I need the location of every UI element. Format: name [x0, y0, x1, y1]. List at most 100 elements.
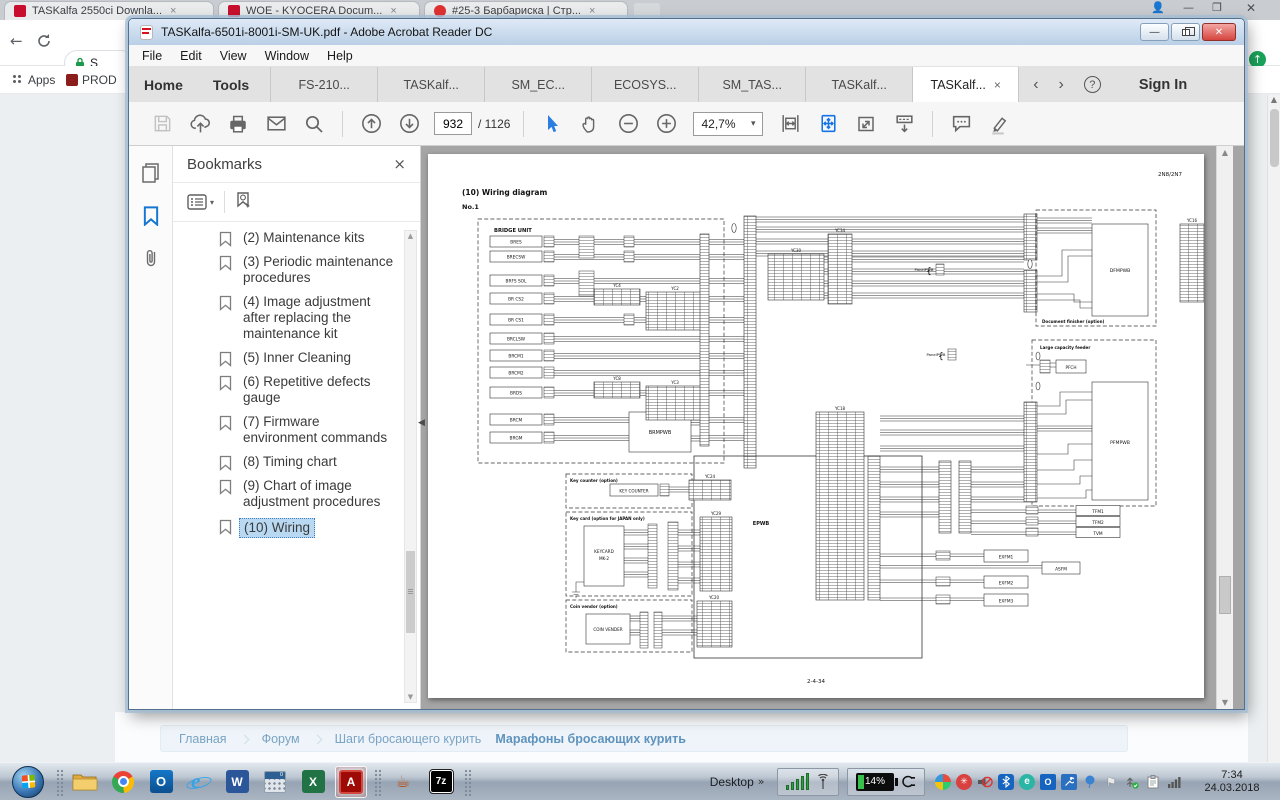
select-tool-icon[interactable] — [540, 112, 564, 136]
new-tab-button[interactable] — [634, 3, 660, 19]
panel-close-icon[interactable]: × — [393, 155, 406, 173]
tab-close-icon[interactable]: × — [994, 78, 1001, 92]
menu-help[interactable]: Help — [318, 49, 362, 63]
taskbar-explorer-button[interactable] — [69, 766, 101, 798]
bookmark-item[interactable]: (5) Inner Cleaning — [243, 350, 396, 366]
tray-balloon-icon[interactable] — [1082, 774, 1098, 790]
desktop-toolbar[interactable]: Desktop » — [710, 775, 765, 789]
battery-indicator[interactable]: 14% — [856, 773, 894, 791]
search-icon[interactable] — [302, 112, 326, 136]
power-plug-icon[interactable] — [901, 775, 916, 788]
bookmark-item[interactable]: (9) Chart of image adjustment procedures — [243, 478, 396, 510]
bookmark-options-menu[interactable]: ▾ — [187, 194, 214, 210]
tab-close-icon[interactable]: × — [390, 5, 396, 17]
taskbar-7zip-button[interactable]: 7z — [425, 766, 457, 798]
print-icon[interactable] — [226, 112, 250, 136]
tray-wrench-icon[interactable] — [1061, 774, 1077, 790]
taskbar-grip[interactable] — [55, 768, 63, 796]
volume-muted-icon[interactable] — [977, 774, 993, 790]
panel-scrollbar[interactable]: ▲ ▼ — [404, 230, 417, 703]
fullscreen-icon[interactable] — [854, 112, 878, 136]
doc-tab-1[interactable]: FS-210... — [270, 67, 377, 102]
tray-color-app-icon[interactable] — [935, 774, 951, 790]
page-thumbnails-icon[interactable] — [141, 162, 161, 184]
menu-edit[interactable]: Edit — [171, 49, 211, 63]
taskbar-outlook-button[interactable]: O — [145, 766, 177, 798]
bluetooth-icon[interactable] — [998, 774, 1014, 790]
refresh-icon[interactable] — [36, 33, 52, 49]
breadcrumb-link-forum[interactable]: Форум — [262, 732, 300, 746]
bookmarks-panel-icon[interactable] — [143, 206, 159, 226]
bookmark-label[interactable]: PROD — [82, 73, 117, 87]
bookmark-item[interactable]: (8) Timing chart — [243, 454, 396, 470]
zoom-out-icon[interactable] — [616, 112, 640, 136]
next-tab-arrow-icon[interactable]: › — [1059, 76, 1064, 94]
browser-maximize-button[interactable]: ❐ — [1212, 1, 1222, 14]
tab-close-icon[interactable]: × — [170, 5, 176, 17]
doc-tab-5[interactable]: SM_TAS... — [698, 67, 805, 102]
prev-tab-arrow-icon[interactable]: ‹ — [1033, 76, 1038, 94]
doc-tab-2[interactable]: TASKalf... — [377, 67, 484, 102]
collapse-panel-icon[interactable]: ◀ — [418, 418, 425, 428]
doc-tab-active[interactable]: TASKalf... × — [912, 67, 1019, 102]
browser-minimize-button[interactable]: — — [1183, 1, 1194, 14]
zoom-in-icon[interactable] — [654, 112, 678, 136]
flag-icon[interactable]: ⚑ — [1103, 774, 1119, 790]
breadcrumb-link-steps[interactable]: Шаги бросающего курить — [335, 732, 482, 746]
attachments-icon[interactable] — [143, 248, 159, 270]
tab-close-icon[interactable]: × — [589, 5, 595, 17]
start-button[interactable] — [12, 766, 44, 798]
taskbar-excel-button[interactable]: X — [297, 766, 329, 798]
cloud-upload-icon[interactable] — [188, 112, 212, 136]
tab-home[interactable]: Home — [129, 67, 198, 102]
scroll-down-icon[interactable]: ▼ — [405, 693, 416, 701]
panel-scrollbar-thumb[interactable] — [406, 551, 415, 633]
hand-tool-icon[interactable] — [578, 112, 602, 136]
usb-safely-remove-icon[interactable] — [1124, 774, 1140, 790]
breadcrumb-link-home[interactable]: Главная — [179, 732, 227, 746]
taskbar-ie-button[interactable]: e — [183, 766, 215, 798]
next-page-icon[interactable] — [397, 112, 421, 136]
taskbar-acrobat-button-active[interactable]: A — [335, 766, 367, 798]
tray-signal-bars-icon[interactable] — [1166, 774, 1182, 790]
save-icon[interactable] — [150, 112, 174, 136]
bookmark-item[interactable]: (4) Image adjustment after replacing the… — [243, 294, 396, 342]
taskbar-chrome-button[interactable] — [107, 766, 139, 798]
zoom-level-dropdown[interactable]: 42,7% ▾ — [693, 112, 763, 136]
fit-page-icon-active[interactable] — [816, 112, 840, 136]
bookmark-item[interactable]: (7) Firmware environment commands — [243, 414, 396, 446]
signal-strength-icon[interactable] — [786, 773, 810, 790]
apps-grid-icon[interactable] — [12, 74, 23, 85]
email-icon[interactable] — [264, 112, 288, 136]
fit-width-icon[interactable] — [778, 112, 802, 136]
scroll-up-icon[interactable]: ▲ — [1217, 148, 1233, 157]
taskbar-calculator-button[interactable]: 0 — [259, 766, 291, 798]
tray-snowflake-icon[interactable]: ✳ — [956, 774, 972, 790]
minimize-button[interactable]: — — [1140, 23, 1169, 41]
sign-in-button[interactable]: Sign In — [1139, 77, 1187, 93]
doc-tab-3[interactable]: SM_EC... — [484, 67, 591, 102]
restore-button[interactable] — [1171, 23, 1200, 41]
help-icon[interactable]: ? — [1084, 76, 1101, 93]
scroll-up-icon[interactable]: ▲ — [1271, 95, 1277, 104]
browser-profile-icon[interactable]: 👤 — [1151, 1, 1165, 14]
menu-file[interactable]: File — [133, 49, 171, 63]
scrolling-mode-icon[interactable] — [892, 112, 916, 136]
doc-tab-4[interactable]: ECOSYS... — [591, 67, 698, 102]
browser-close-button[interactable]: ✕ — [1246, 1, 1256, 15]
taskbar-grip[interactable] — [373, 768, 381, 796]
scroll-down-icon[interactable]: ▼ — [1217, 698, 1233, 707]
bookmark-item[interactable]: (3) Periodic maintenance procedures — [243, 254, 396, 286]
comment-icon[interactable] — [949, 112, 973, 136]
tray-outlook-icon[interactable]: O — [1040, 774, 1056, 790]
apps-label[interactable]: Apps — [28, 73, 55, 87]
clipboard-icon[interactable] — [1145, 774, 1161, 790]
back-icon[interactable]: ← — [10, 32, 23, 50]
taskbar-grip[interactable] — [463, 768, 471, 796]
expand-current-bookmark-icon[interactable] — [235, 191, 253, 214]
eset-icon[interactable]: e — [1019, 774, 1035, 790]
acrobat-titlebar[interactable]: TASKalfa-6501i-8001i-SM-UK.pdf - Adobe A… — [129, 19, 1244, 45]
document-scrollbar-thumb[interactable] — [1219, 576, 1231, 614]
browser-scrollbar-thumb[interactable] — [1270, 109, 1279, 167]
breadcrumb-link-marathons[interactable]: Марафоны бросающих курить — [495, 732, 686, 746]
